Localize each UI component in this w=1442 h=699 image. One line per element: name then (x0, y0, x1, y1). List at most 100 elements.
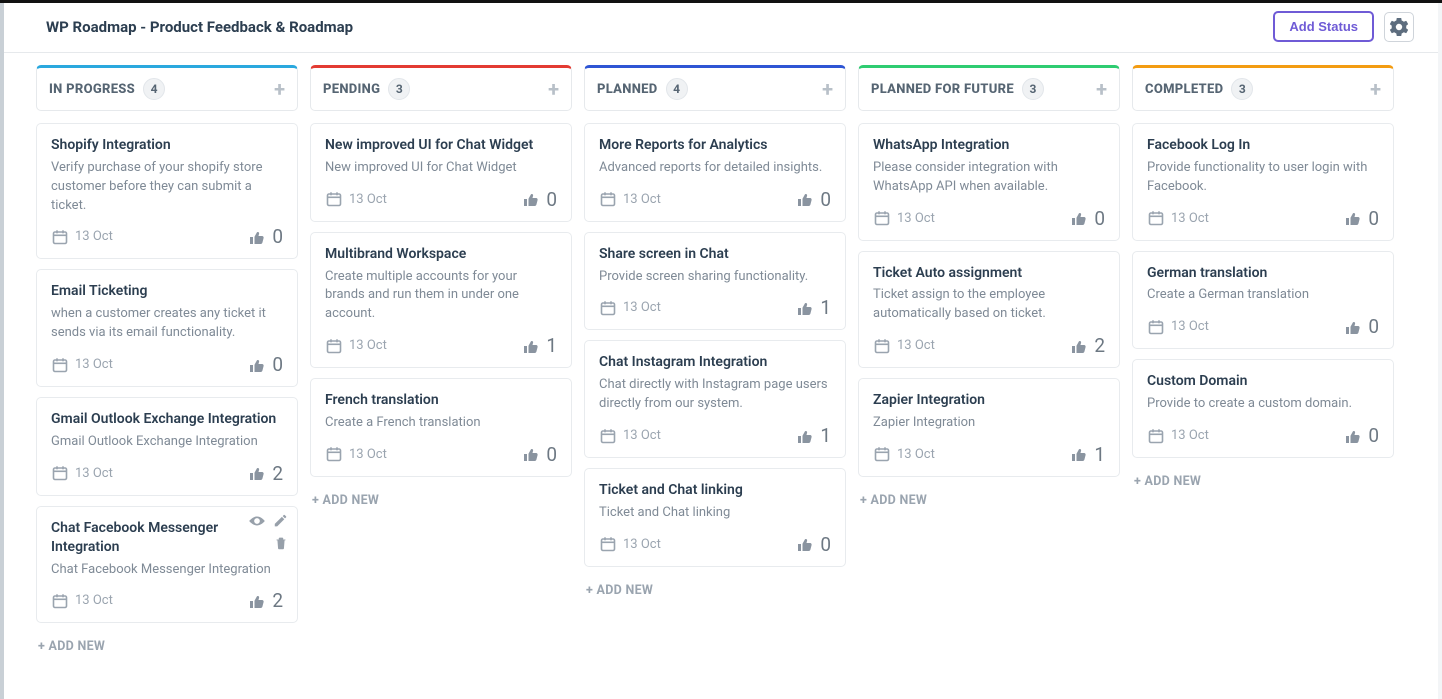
roadmap-card[interactable]: Gmail Outlook Exchange Integration Gmail… (36, 397, 298, 496)
roadmap-card[interactable]: Zapier Integration Zapier Integration 13… (858, 378, 1120, 477)
card-date: 13 Oct (1147, 318, 1209, 336)
add-new-card[interactable]: + ADD NEW (1132, 468, 1394, 495)
add-new-card[interactable]: + ADD NEW (858, 487, 1120, 514)
calendar-icon (599, 190, 617, 208)
roadmap-card[interactable]: Email Ticketing when a customer creates … (36, 269, 298, 387)
thumbs-up-icon (1070, 337, 1088, 355)
card-likes[interactable]: 0 (1344, 424, 1379, 447)
card-likes[interactable]: 0 (522, 188, 557, 211)
card-title: Chat Instagram Integration (599, 353, 831, 372)
roadmap-card[interactable]: French translation Create a French trans… (310, 378, 572, 477)
card-likes[interactable]: 2 (248, 589, 283, 612)
roadmap-card[interactable]: Custom Domain Provide to create a custom… (1132, 359, 1394, 458)
roadmap-card[interactable]: New improved UI for Chat Widget New impr… (310, 123, 572, 222)
calendar-icon (51, 592, 69, 610)
kanban-column: PLANNED 4 + More Reports for Analytics A… (584, 65, 846, 604)
card-likes[interactable]: 0 (796, 188, 831, 211)
trash-icon[interactable] (273, 535, 289, 551)
card-likes[interactable]: 0 (248, 353, 283, 376)
card-title: Facebook Log In (1147, 136, 1379, 155)
column-title: COMPLETED (1145, 82, 1223, 97)
card-likes[interactable]: 0 (248, 225, 283, 248)
card-likes[interactable]: 1 (1070, 443, 1105, 466)
card-description: Create a French translation (325, 414, 557, 433)
card-likes[interactable]: 1 (796, 424, 831, 447)
calendar-icon (873, 209, 891, 227)
calendar-icon (599, 299, 617, 317)
card-title: Zapier Integration (873, 391, 1105, 410)
roadmap-card[interactable]: Shopify Integration Verify purchase of y… (36, 123, 298, 259)
card-description: Provide screen sharing functionality. (599, 268, 831, 287)
card-likes[interactable]: 0 (522, 443, 557, 466)
calendar-icon (1147, 427, 1165, 445)
column-add-button[interactable]: + (1096, 79, 1107, 99)
column-add-button[interactable]: + (274, 79, 285, 99)
card-likes[interactable]: 0 (1344, 207, 1379, 230)
roadmap-card[interactable]: Multibrand Workspace Create multiple acc… (310, 232, 572, 368)
column-header: PENDING 3 + (310, 65, 572, 111)
thumbs-up-icon (248, 356, 266, 374)
card-title: Gmail Outlook Exchange Integration (51, 410, 283, 429)
calendar-icon (599, 535, 617, 553)
card-description: Ticket assign to the employee automatica… (873, 286, 1105, 324)
column-count-badge: 3 (1022, 78, 1044, 100)
card-description: Provide functionality to user login with… (1147, 159, 1379, 197)
roadmap-card[interactable]: WhatsApp Integration Please consider int… (858, 123, 1120, 241)
card-description: New improved UI for Chat Widget (325, 159, 557, 178)
roadmap-card[interactable]: Chat Facebook Messenger Integration Chat… (36, 506, 298, 624)
column-count-badge: 4 (666, 78, 688, 100)
card-likes[interactable]: 0 (1070, 207, 1105, 230)
roadmap-card[interactable]: More Reports for Analytics Advanced repo… (584, 123, 846, 222)
roadmap-card[interactable]: Chat Instagram Integration Chat directly… (584, 340, 846, 458)
roadmap-card[interactable]: Ticket and Chat linking Ticket and Chat … (584, 468, 846, 567)
add-new-card[interactable]: + ADD NEW (584, 577, 846, 604)
card-date: 13 Oct (51, 228, 113, 246)
kanban-board: IN PROGRESS 4 + Shopify Integration Veri… (4, 53, 1438, 684)
kanban-column: COMPLETED 3 + Facebook Log In Provide fu… (1132, 65, 1394, 495)
card-title: New improved UI for Chat Widget (325, 136, 557, 155)
card-date: 13 Oct (325, 337, 387, 355)
column-add-button[interactable]: + (548, 79, 559, 99)
card-date: 13 Oct (1147, 427, 1209, 445)
card-date: 13 Oct (599, 190, 661, 208)
settings-button[interactable] (1384, 12, 1414, 42)
card-hover-actions (249, 513, 289, 551)
card-likes[interactable]: 0 (796, 533, 831, 556)
add-status-button[interactable]: Add Status (1273, 11, 1374, 42)
calendar-icon (51, 356, 69, 374)
column-add-button[interactable]: + (822, 79, 833, 99)
roadmap-card[interactable]: Ticket Auto assignment Ticket assign to … (858, 251, 1120, 369)
card-description: Gmail Outlook Exchange Integration (51, 433, 283, 452)
card-likes[interactable]: 1 (796, 296, 831, 319)
column-header: IN PROGRESS 4 + (36, 65, 298, 111)
card-likes[interactable]: 2 (1070, 334, 1105, 357)
add-new-card[interactable]: + ADD NEW (310, 487, 572, 514)
card-likes[interactable]: 0 (1344, 315, 1379, 338)
card-date: 13 Oct (873, 445, 935, 463)
roadmap-card[interactable]: German translation Create a German trans… (1132, 251, 1394, 350)
card-description: Chat Facebook Messenger Integration (51, 561, 283, 580)
column-header: PLANNED FOR FUTURE 3 + (858, 65, 1120, 111)
calendar-icon (51, 464, 69, 482)
column-add-button[interactable]: + (1370, 79, 1381, 99)
thumbs-up-icon (796, 299, 814, 317)
card-title: Custom Domain (1147, 372, 1379, 391)
column-title: PLANNED (597, 82, 658, 97)
calendar-icon (873, 445, 891, 463)
page-title: WP Roadmap - Product Feedback & Roadmap (46, 18, 353, 36)
card-title: Ticket Auto assignment (873, 264, 1105, 283)
pencil-icon[interactable] (273, 513, 289, 529)
card-description: Please consider integration with WhatsAp… (873, 159, 1105, 197)
add-new-card[interactable]: + ADD NEW (36, 633, 298, 660)
thumbs-up-icon (522, 337, 540, 355)
roadmap-card[interactable]: Share screen in Chat Provide screen shar… (584, 232, 846, 331)
card-description: Chat directly with Instagram page users … (599, 376, 831, 414)
thumbs-up-icon (248, 592, 266, 610)
thumbs-up-icon (1070, 209, 1088, 227)
card-likes[interactable]: 2 (248, 462, 283, 485)
roadmap-card[interactable]: Facebook Log In Provide functionality to… (1132, 123, 1394, 241)
eye-icon[interactable] (249, 513, 265, 529)
card-likes[interactable]: 1 (522, 334, 557, 357)
card-title: Shopify Integration (51, 136, 283, 155)
card-title: WhatsApp Integration (873, 136, 1105, 155)
